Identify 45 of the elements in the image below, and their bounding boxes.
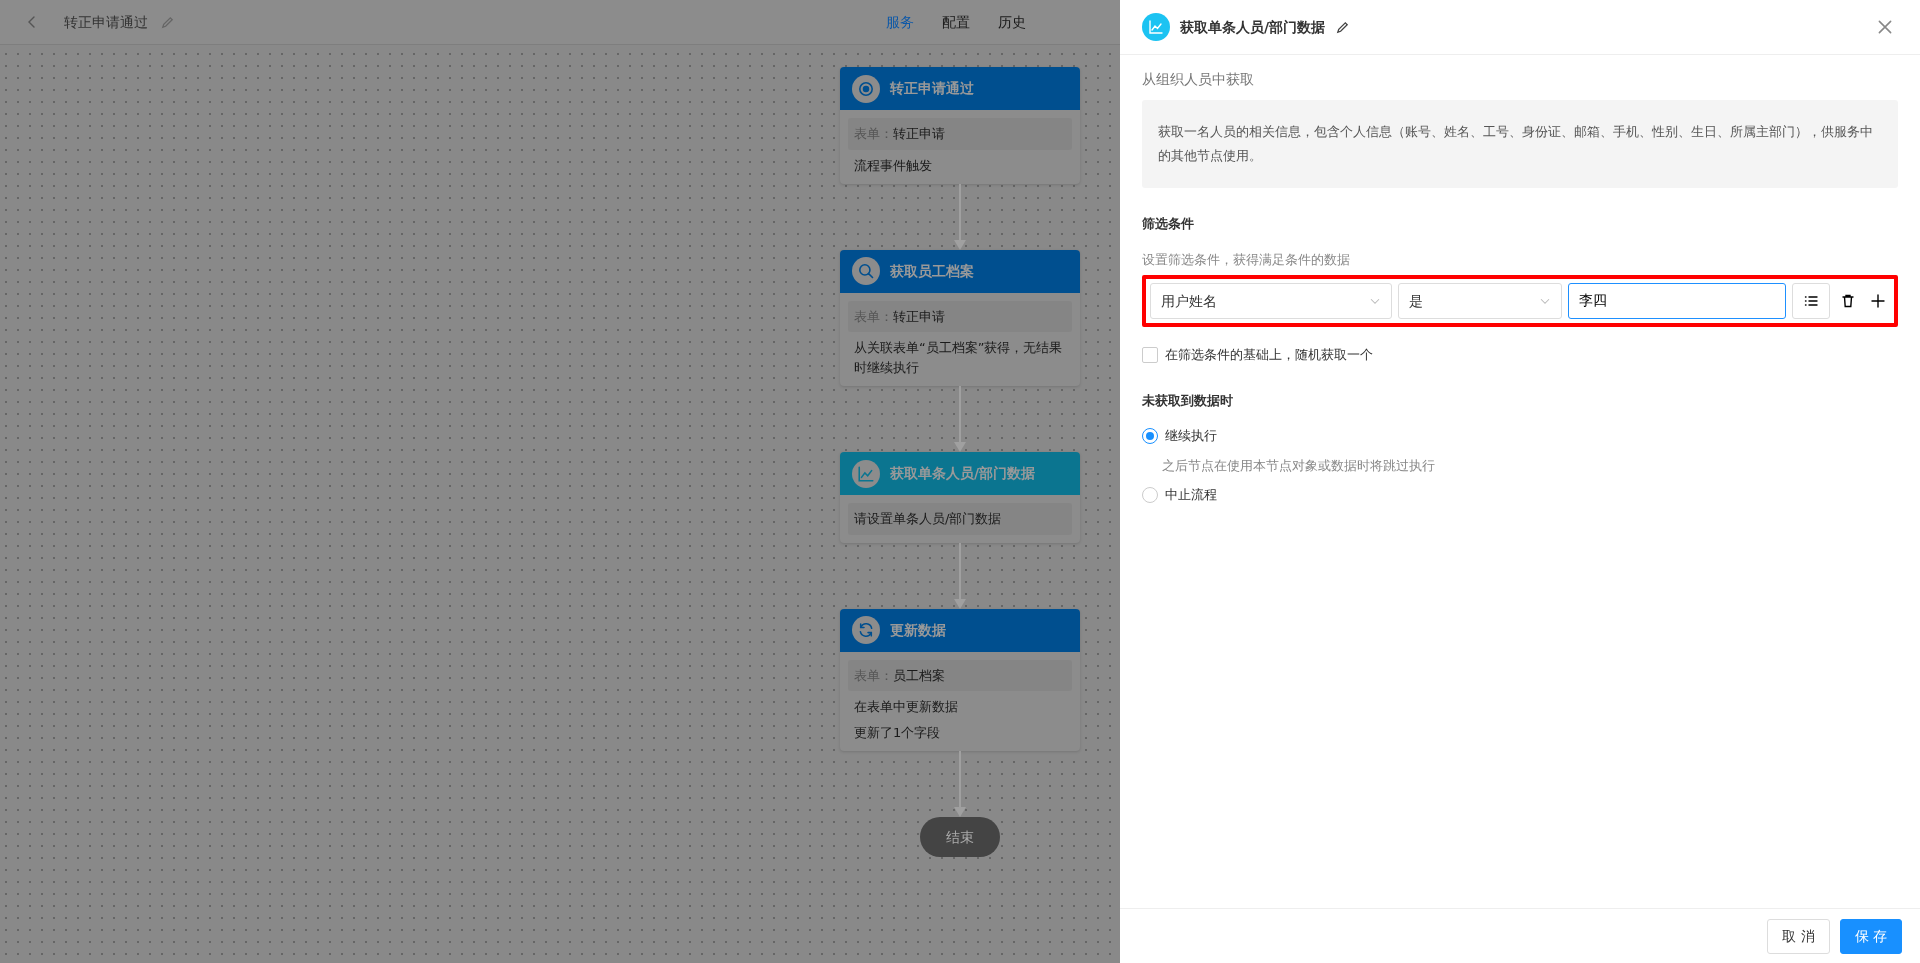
- connector-arrow: [952, 542, 968, 609]
- hint-text: 设置筛选条件，获得满足条件的数据: [1142, 250, 1351, 269]
- connector-arrow: [952, 183, 968, 250]
- flow-node-card[interactable]: 获取单条人员/部门数据 请设置单条人员/部门数据: [840, 452, 1080, 543]
- end-node[interactable]: 结束: [920, 817, 1000, 857]
- node-description: 在表单中更新数据: [853, 698, 959, 716]
- option-note: 之后节点在使用本节点对象或数据时将跳过执行: [1161, 456, 1436, 475]
- nav-tab[interactable]: 配置: [928, 7, 984, 37]
- source-text: 从组织人员中获取: [1142, 70, 1255, 89]
- description-text: 获取一名人员的相关信息，包含个人信息（账号、姓名、工号、身份证、邮箱、手机、性别、生日、所属主部门），供服务中的其他节点使用。: [1142, 100, 1898, 188]
- close-icon: [1876, 18, 1894, 36]
- radio-label: 继续执行: [1164, 427, 1217, 445]
- node-title: 获取员工档案: [890, 261, 974, 281]
- checkbox[interactable]: [1142, 346, 1158, 363]
- pencil-icon[interactable]: [1335, 19, 1351, 35]
- checkbox-label: 在筛选条件的基础上，随机获取一个: [1164, 346, 1373, 364]
- node-field: 请设置单条人员/部门数据: [848, 503, 1072, 535]
- value-field[interactable]: 李四: [1567, 283, 1786, 319]
- flow-title: 转正申请通过: [63, 12, 148, 32]
- node-description: 更新了1个字段: [853, 724, 942, 742]
- cancel-button[interactable]: 取 消: [1767, 918, 1830, 954]
- connector-arrow: [952, 386, 968, 452]
- node-title: 更新数据: [890, 620, 946, 640]
- node-title: 转正申请通过: [890, 79, 974, 98]
- node-description: 流程事件触发: [853, 156, 933, 175]
- connector-arrow: [952, 751, 968, 817]
- field-select[interactable]: 用户姓名: [1150, 283, 1392, 319]
- node-description: 从关联表单“员工档案”获得，无结果时继续执行: [853, 339, 1064, 377]
- list-icon: [1803, 293, 1819, 309]
- plus-icon: [1870, 293, 1886, 309]
- nav-tab[interactable]: 历史: [984, 7, 1040, 37]
- line-chart-icon: [1142, 13, 1170, 41]
- list-button[interactable]: [1792, 283, 1830, 319]
- section-heading: 未获取到数据时: [1142, 391, 1234, 410]
- save-button[interactable]: 保 存: [1839, 918, 1902, 954]
- target-icon: [857, 79, 875, 98]
- operator-select[interactable]: 是: [1397, 283, 1562, 319]
- radio-label: 中止流程: [1164, 486, 1217, 504]
- search-icon: [857, 262, 875, 280]
- section-heading: 筛选条件: [1142, 215, 1195, 233]
- node-title: 获取单条人员/部门数据: [890, 464, 1036, 483]
- panel-title: 获取单条人员/部门数据: [1180, 17, 1326, 37]
- line-chart-icon: [857, 464, 875, 483]
- refresh-icon: [857, 621, 875, 639]
- trash-icon: [1840, 293, 1856, 309]
